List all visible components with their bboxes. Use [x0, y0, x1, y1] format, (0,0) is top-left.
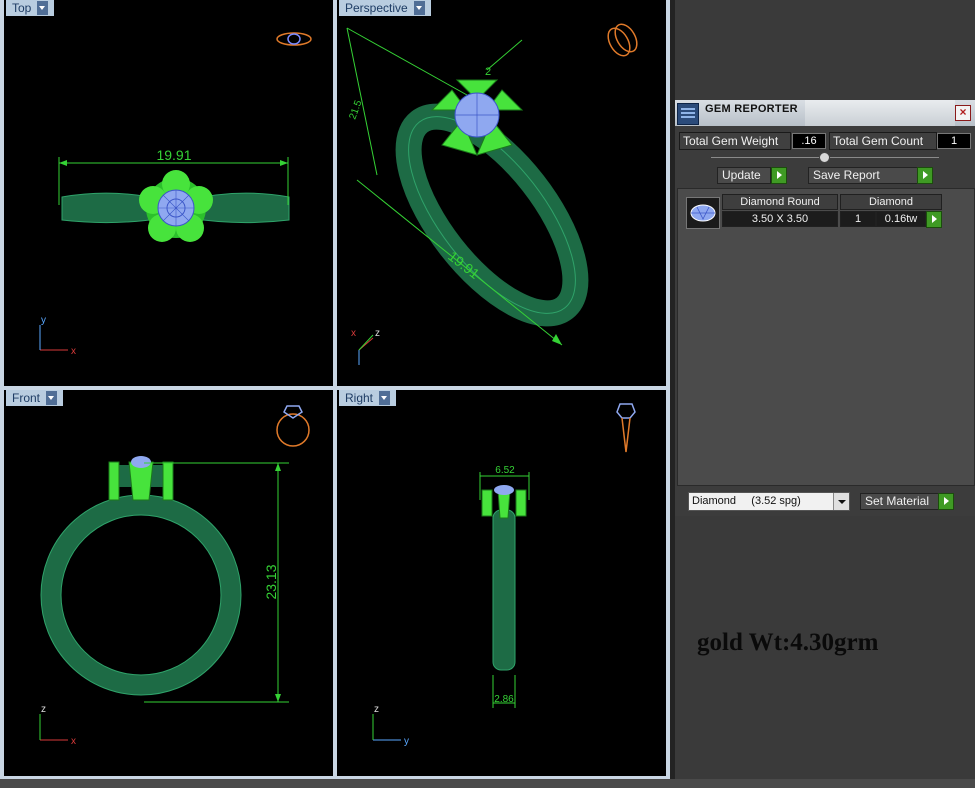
svg-text:y: y — [41, 315, 46, 326]
svg-text:z: z — [41, 704, 46, 715]
viewport-perspective[interactable]: 19.91 21.5 2 x z Perspective — [337, 0, 666, 386]
gold-weight-annotation: gold Wt:4.30grm — [697, 629, 879, 656]
tab-top[interactable]: Top — [6, 0, 55, 16]
top-dimension: 19.91 — [156, 147, 191, 163]
gem-reporter-title: GEM REPORTER — [705, 103, 798, 115]
status-bar — [0, 779, 975, 788]
chevron-down-icon[interactable] — [833, 493, 849, 510]
material-select-value: Diamond (3.52 spg) — [692, 495, 801, 507]
tab-perspective[interactable]: Perspective — [339, 0, 431, 16]
svg-text:x: x — [71, 346, 76, 357]
svg-text:y: y — [404, 736, 409, 747]
viewport-border — [0, 0, 4, 779]
ring-top-icon — [276, 32, 312, 46]
total-gem-weight-value: .16 — [792, 133, 826, 149]
ring-right-icon — [616, 403, 636, 453]
diamond-thumbnail[interactable] — [686, 197, 720, 229]
ring-front-icon — [276, 405, 310, 447]
tab-perspective-label: Perspective — [345, 1, 408, 15]
gem-row-go-icon[interactable] — [926, 211, 942, 228]
chevron-down-icon[interactable] — [413, 1, 425, 15]
gem-shape-cell[interactable]: Diamond Round — [722, 194, 838, 210]
gem-reporter-titlebar[interactable]: GEM REPORTER × — [675, 100, 975, 126]
right-dimension-bottom: 2.86 — [494, 694, 514, 705]
tab-front-label: Front — [12, 391, 41, 405]
total-gem-weight-label: Total Gem Weight — [679, 132, 791, 150]
perspective-view-drawing: 19.91 21.5 2 x z — [346, 23, 638, 365]
gem-size-cell[interactable]: 3.50 X 3.50 — [722, 211, 838, 227]
front-view-drawing: 23.13 x z — [39, 405, 310, 747]
gem-qty-cell[interactable]: 1 — [840, 211, 876, 227]
svg-text:z: z — [375, 328, 380, 339]
tab-right-label: Right — [345, 391, 374, 405]
tab-top-label: Top — [12, 1, 32, 15]
viewport-right[interactable]: 6.52 2.86 y z Right — [337, 390, 666, 776]
perspective-dimension-b: 21.5 — [347, 99, 364, 121]
perspective-dimension-c: 2 — [485, 66, 491, 78]
top-view-drawing: 19.91 x y — [39, 32, 312, 357]
tab-right[interactable]: Right — [339, 390, 397, 406]
right-dimension-top: 6.52 — [495, 465, 515, 476]
svg-text:x: x — [71, 736, 76, 747]
panel-slider-knob[interactable] — [819, 152, 830, 163]
svg-text:x: x — [351, 328, 356, 339]
ring-perspective-icon — [607, 23, 638, 57]
close-icon[interactable]: × — [955, 105, 971, 121]
viewport-top[interactable]: 19.91 x y Top — [4, 0, 333, 386]
total-gem-count-label: Total Gem Count — [829, 132, 937, 150]
front-dimension: 23.13 — [263, 564, 279, 599]
total-gem-count-value: 1 — [937, 133, 971, 149]
set-material-go-icon[interactable] — [938, 493, 954, 510]
gem-weight-cell[interactable]: 0.16tw — [876, 211, 926, 227]
update-button[interactable]: Update — [717, 167, 771, 184]
diamond-icon — [690, 204, 716, 222]
svg-text:z: z — [374, 704, 379, 715]
set-material-button[interactable]: Set Material — [860, 493, 940, 510]
material-select[interactable]: Diamond (3.52 spg) — [688, 492, 850, 511]
gem-material-cell[interactable]: Diamond — [840, 194, 942, 210]
save-report-go-icon[interactable] — [917, 167, 933, 184]
gem-reporter-panel: GEM REPORTER × Total Gem Weight .16 Tota… — [675, 100, 975, 516]
chevron-down-icon[interactable] — [46, 391, 58, 405]
viewport-divider[interactable] — [0, 386, 670, 390]
update-go-icon[interactable] — [771, 167, 787, 184]
gem-list: Diamond Round Diamond 3.50 X 3.50 1 0.16… — [677, 188, 975, 486]
viewport-front[interactable]: 23.13 x z Front — [4, 390, 333, 776]
tab-front[interactable]: Front — [6, 390, 64, 406]
right-view-drawing: 6.52 2.86 y z — [372, 403, 636, 747]
chevron-down-icon[interactable] — [37, 1, 49, 15]
chevron-down-icon[interactable] — [379, 391, 391, 405]
gem-reporter-icon — [677, 103, 699, 125]
save-report-button[interactable]: Save Report — [808, 167, 918, 184]
